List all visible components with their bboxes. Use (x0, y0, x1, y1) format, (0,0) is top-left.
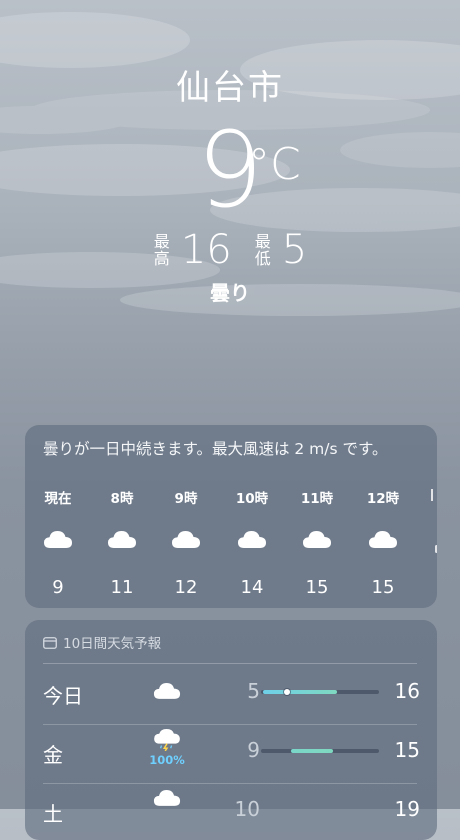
cloud-icon (238, 531, 266, 548)
forecast-row[interactable]: 金 100% 9 15 (25, 725, 437, 783)
divider (43, 663, 417, 664)
low-label: 最低 (254, 232, 271, 268)
high-temperature: 16 (180, 227, 232, 273)
hour-temp: 9 (52, 577, 64, 598)
thunderstorm-icon (154, 729, 180, 752)
hourly-item: 現在 9 (28, 487, 88, 598)
hourly-item: 12時 15 (353, 487, 413, 598)
high-label: 最高 (153, 232, 170, 268)
temperature-range-fill (263, 690, 337, 694)
hourly-forecast-card[interactable]: 曇りが一日中続きます。最大風速は 2 m/s です。 現在 9 8時 11 9時… (25, 425, 437, 608)
current-temperature: 9 (196, 109, 264, 231)
cloud-icon (153, 683, 181, 699)
forecast-high: 16 (394, 679, 420, 703)
hour-label: 9時 (174, 491, 198, 507)
hour-label: 11時 (300, 491, 334, 507)
high-low: 最高 16 最低 5 (0, 229, 460, 271)
hour-temp: 11 (110, 577, 134, 598)
forecast-low: 5 (247, 679, 260, 703)
forecast-day: 金 (43, 743, 63, 767)
hourly-item-overflow (431, 489, 437, 503)
hourly-item: 8時 11 (92, 487, 152, 598)
city-name: 仙台市 (176, 68, 284, 108)
forecast-header: 10日間天気予報 (43, 632, 161, 652)
forecast-high: 19 (394, 797, 420, 821)
ten-day-forecast-card[interactable]: 10日間天気予報 今日 5 16 金 100% 9 15 土 10 19 (25, 620, 437, 840)
hour-temp: 15 (305, 577, 329, 598)
cloud-icon (153, 790, 181, 806)
hourly-item: 10時 14 (222, 487, 282, 598)
hourly-summary: 曇りが一日中続きます。最大風速は 2 m/s です。 (43, 440, 388, 458)
forecast-title: 10日間天気予報 (63, 636, 162, 652)
cloud-icon (172, 531, 200, 548)
condition-text: 曇り (210, 281, 250, 305)
forecast-row[interactable]: 土 10 19 (25, 784, 437, 840)
hour-label: 12時 (366, 491, 400, 507)
precipitation-chance: 100% (149, 753, 185, 767)
low-temperature: 5 (281, 227, 308, 273)
current-weather: 仙台市 9 °C 最高 16 最低 5 曇り (0, 60, 460, 306)
temperature-unit: °C (248, 139, 301, 190)
hourly-item: 11時 15 (287, 487, 347, 598)
hour-temp: 14 (240, 577, 264, 598)
forecast-low: 9 (247, 738, 260, 762)
temperature-range-bar (261, 689, 379, 695)
temperature-range-fill (291, 749, 333, 753)
hourly-item: 9時 12 (156, 487, 216, 598)
temperature-range-bar (261, 749, 379, 753)
calendar-icon (43, 636, 57, 649)
forecast-high: 15 (394, 738, 420, 762)
cloud-icon (108, 531, 136, 548)
forecast-day: 土 (43, 802, 63, 826)
cloud-icon (369, 531, 397, 548)
forecast-row[interactable]: 今日 5 16 (25, 666, 437, 724)
hour-label: 8時 (110, 491, 134, 507)
cloud-icon (44, 531, 72, 548)
hour-label: 現在 (44, 491, 72, 507)
forecast-low: 10 (234, 797, 260, 821)
cloud-icon (435, 545, 437, 553)
hour-temp: 12 (174, 577, 198, 598)
current-temp-indicator (284, 689, 290, 695)
hour-label: 10時 (235, 491, 269, 507)
forecast-day: 今日 (43, 684, 83, 708)
cloud-icon (303, 531, 331, 548)
hour-temp: 15 (371, 577, 395, 598)
